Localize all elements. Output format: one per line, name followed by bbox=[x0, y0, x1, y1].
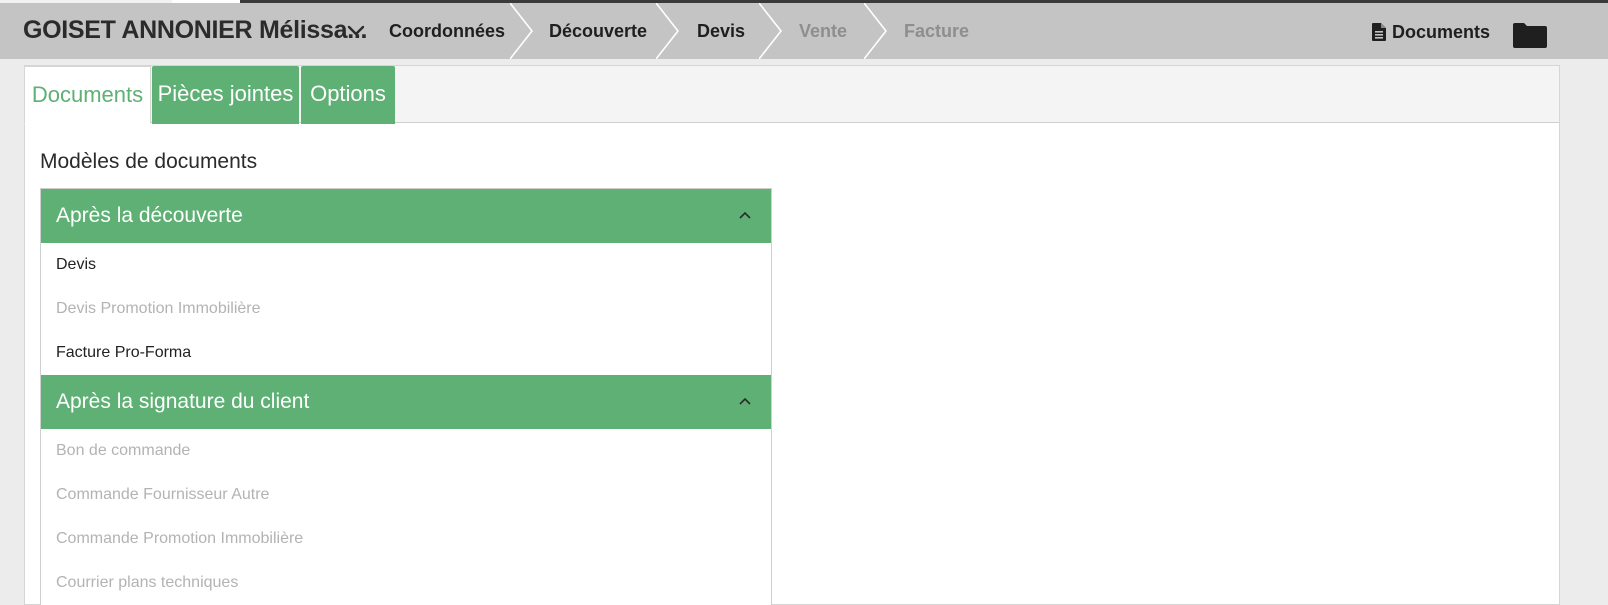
tab-documents[interactable]: Documents bbox=[24, 66, 151, 124]
client-name[interactable]: GOISET ANNONIER Mélissa... bbox=[23, 16, 367, 45]
group-header-apres-decouverte[interactable]: Après la découverte bbox=[41, 189, 771, 243]
template-item[interactable]: Facture Pro-Forma bbox=[41, 331, 771, 375]
template-item: Commande Fournisseur Autre bbox=[41, 473, 771, 517]
chevron-up-icon bbox=[739, 397, 751, 405]
top-header: GOISET ANNONIER Mélissa... Coordonnées D… bbox=[0, 3, 1608, 59]
chevron-down-icon[interactable] bbox=[346, 23, 366, 39]
documents-button[interactable]: Documents bbox=[1372, 20, 1490, 44]
step-separator bbox=[656, 3, 680, 59]
documents-label: Documents bbox=[1392, 21, 1491, 42]
group-header-apres-signature[interactable]: Après la signature du client bbox=[41, 375, 771, 429]
template-item: Courrier plans techniques bbox=[41, 561, 771, 605]
step-vente: Vente bbox=[799, 21, 848, 41]
template-item: Commande Promotion Immobilière bbox=[41, 517, 771, 561]
step-separator bbox=[510, 3, 534, 59]
step-coordonnees[interactable]: Coordonnées bbox=[389, 3, 505, 59]
step-decouverte[interactable]: Découverte bbox=[549, 3, 647, 59]
step-separator bbox=[759, 3, 783, 59]
step-facture: Facture bbox=[904, 21, 970, 41]
section-title: Modèles de documents bbox=[40, 150, 258, 173]
template-item: Bon de commande bbox=[41, 429, 771, 473]
tab-pieces-jointes[interactable]: Pièces jointes bbox=[152, 66, 299, 124]
template-item: Devis Promotion Immobilière bbox=[41, 287, 771, 331]
group-title: Après la découverte bbox=[56, 204, 243, 227]
tab-options[interactable]: Options bbox=[301, 66, 395, 124]
template-item[interactable]: Devis bbox=[41, 243, 771, 287]
folder-icon[interactable] bbox=[1512, 22, 1548, 49]
step-devis[interactable]: Devis bbox=[697, 3, 745, 59]
documents-panel: Documents Pièces jointes Options Modèles… bbox=[24, 65, 1560, 605]
step-separator bbox=[864, 3, 888, 59]
tab-bar: Documents Pièces jointes Options bbox=[24, 66, 1559, 124]
group-title: Après la signature du client bbox=[56, 390, 310, 413]
templates-accordion: Après la découverte Devis Devis Promotio… bbox=[40, 188, 772, 605]
chevron-up-icon bbox=[739, 211, 751, 219]
file-icon bbox=[1372, 23, 1386, 41]
